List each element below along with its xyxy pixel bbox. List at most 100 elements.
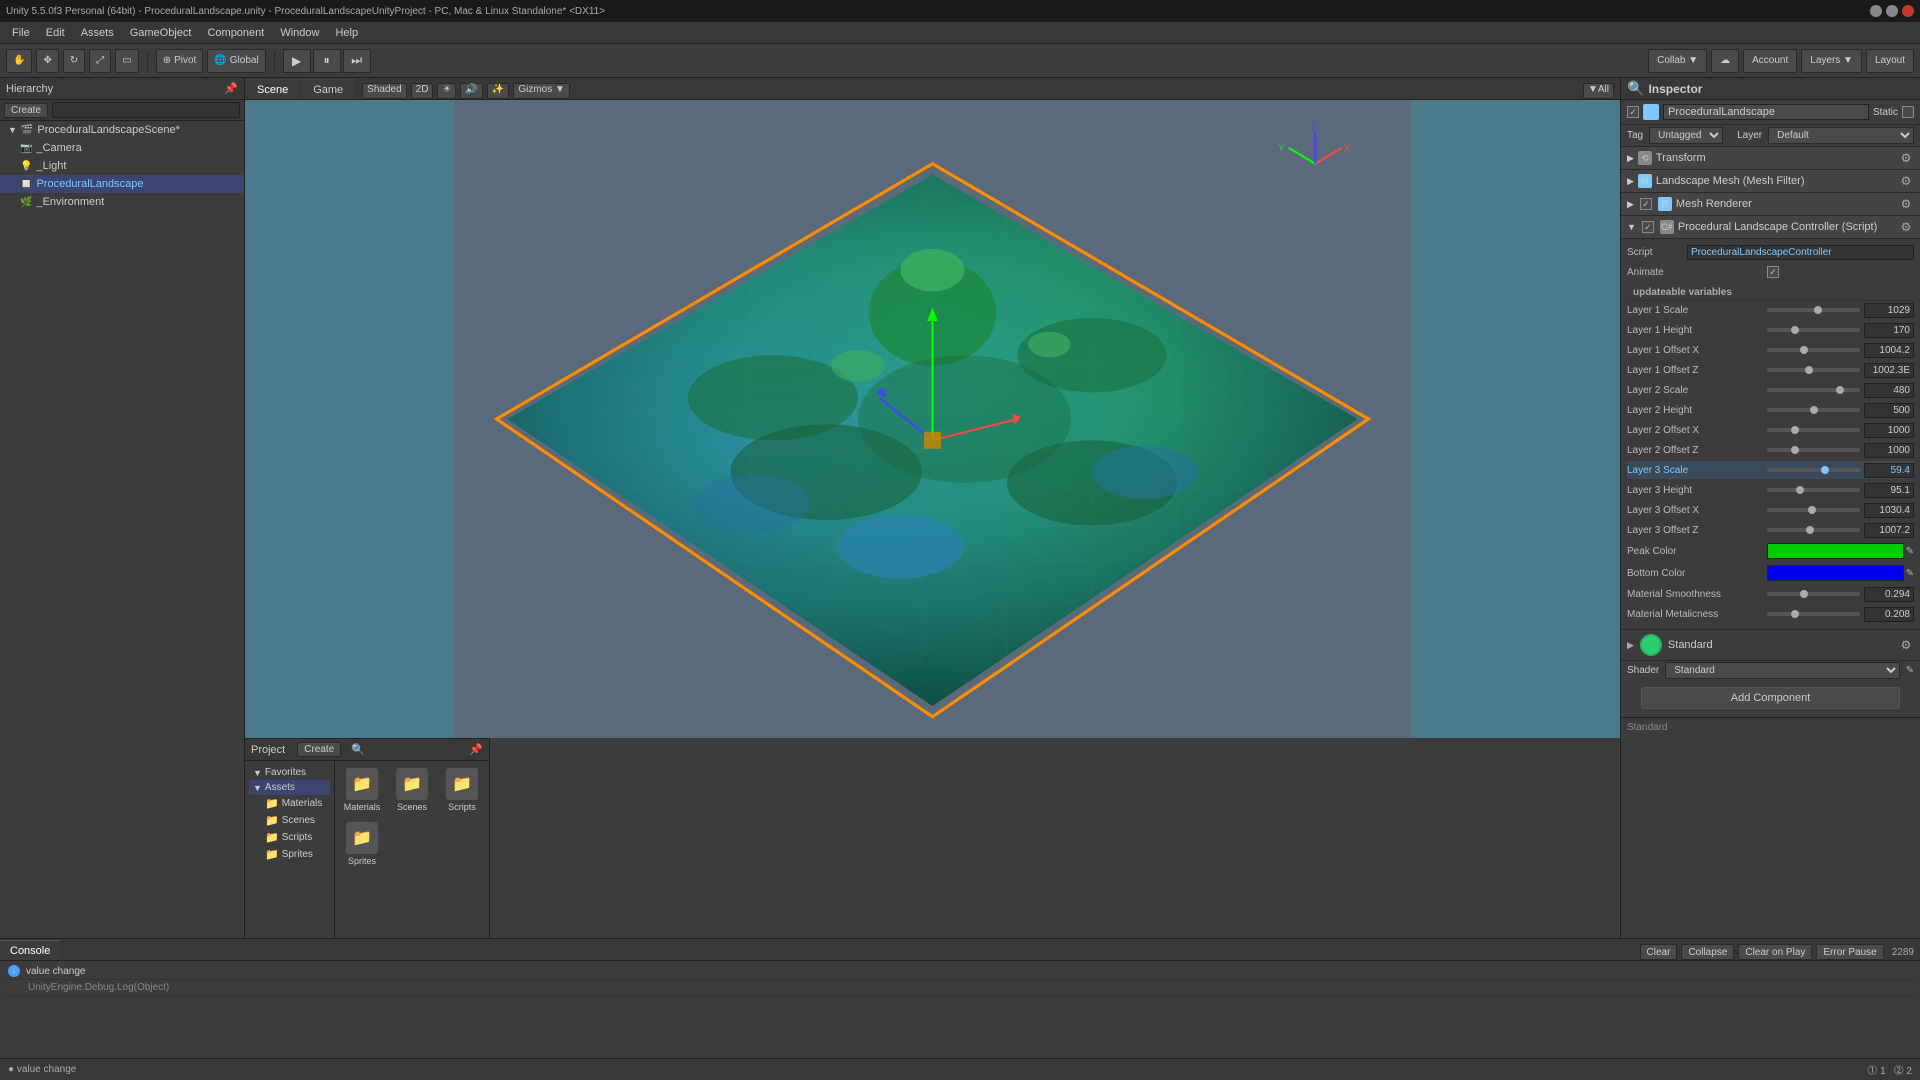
shader-edit-icon[interactable]: ✎ (1906, 665, 1914, 676)
project-search-icon[interactable]: 🔍 (351, 743, 365, 756)
menu-edit[interactable]: Edit (38, 25, 73, 41)
layer1-offsetz-slider[interactable]: 1002.3E (1767, 363, 1914, 378)
bottom-color-swatch[interactable] (1767, 565, 1904, 581)
mesh-renderer-settings-icon[interactable]: ⚙ (1898, 196, 1914, 212)
layer3-offsetz-slider[interactable]: 1007.2 (1767, 523, 1914, 538)
layer3-scale-slider[interactable]: 59.4 (1767, 463, 1914, 478)
add-component-btn[interactable]: Add Component (1641, 687, 1900, 709)
layer3-height-slider[interactable]: 95.1 (1767, 483, 1914, 498)
pause-btn[interactable]: ⏸ (313, 49, 341, 73)
script-checkbox[interactable]: ✓ (1642, 221, 1654, 233)
mesh-renderer-checkbox[interactable]: ✓ (1640, 198, 1652, 210)
mesh-filter-header[interactable]: ▶ M Landscape Mesh (Mesh Filter) ⚙ (1621, 170, 1920, 193)
layer2-scale-slider[interactable]: 480 (1767, 383, 1914, 398)
layout-btn[interactable]: Layout (1866, 49, 1914, 73)
metalicness-slider[interactable]: 0.208 (1767, 607, 1914, 622)
hierarchy-landscape[interactable]: 🔲 ProceduralLandscape (0, 175, 244, 193)
lighting-btn[interactable]: ☀ (437, 83, 456, 99)
clear-on-play-btn[interactable]: Clear on Play (1738, 944, 1812, 960)
assets-header[interactable]: ▼ Assets (249, 780, 330, 795)
object-row: ✓ Static (1621, 100, 1920, 125)
rect-tool-btn[interactable]: ▭ (115, 49, 138, 73)
maximize-btn[interactable] (1886, 5, 1898, 17)
hierarchy-light[interactable]: 💡 _Light (0, 157, 244, 175)
close-btn[interactable] (1902, 5, 1914, 17)
bottom-color-edit-icon[interactable]: ✎ (1906, 568, 1914, 579)
layer1-offsetx-slider[interactable]: 1004.2 (1767, 343, 1914, 358)
play-btn[interactable]: ▶ (283, 49, 311, 73)
console-tab[interactable]: Console (0, 940, 60, 960)
game-tab[interactable]: Game (301, 79, 356, 99)
shading-dropdown[interactable]: Shaded (362, 83, 406, 99)
collapse-btn[interactable]: Collapse (1681, 944, 1734, 960)
script-header[interactable]: ▼ ✓ C# Procedural Landscape Controller (… (1621, 216, 1920, 239)
layer1-scale-slider[interactable]: 1029 (1767, 303, 1914, 318)
layer-dropdown[interactable]: Default (1768, 127, 1914, 144)
hierarchy-environment[interactable]: 🌿 _Environment (0, 193, 244, 211)
scenes-folder[interactable]: 📁 Scenes (249, 812, 330, 829)
peak-color-swatch[interactable] (1767, 543, 1904, 559)
standard-settings-icon[interactable]: ⚙ (1898, 637, 1914, 653)
hand-tool-btn[interactable]: ✋ (6, 49, 32, 73)
animate-checkbox[interactable]: ✓ (1767, 266, 1779, 278)
collab-btn[interactable]: Collab ▼ (1648, 49, 1707, 73)
layers-btn[interactable]: Layers ▼ (1801, 49, 1862, 73)
2d-btn[interactable]: 2D (411, 83, 434, 99)
mesh-renderer-header[interactable]: ▶ ✓ R Mesh Renderer ⚙ (1621, 193, 1920, 216)
standard-row[interactable]: ▶ Standard ⚙ (1621, 630, 1920, 661)
object-enabled-checkbox[interactable]: ✓ (1627, 106, 1639, 118)
cloud-btn[interactable]: ☁ (1711, 49, 1739, 73)
layer3-offsetx-slider[interactable]: 1030.4 (1767, 503, 1914, 518)
pivot-btn[interactable]: ⊕ Pivot (156, 49, 204, 73)
smoothness-slider[interactable]: 0.294 (1767, 587, 1914, 602)
move-tool-btn[interactable]: ✥ (36, 49, 58, 73)
sprites-folder[interactable]: 📁 Sprites (249, 846, 330, 863)
object-name-input[interactable] (1663, 104, 1869, 120)
menu-window[interactable]: Window (272, 25, 327, 41)
gizmos-btn[interactable]: Gizmos ▼ (513, 83, 570, 99)
layer1-height-slider[interactable]: 170 (1767, 323, 1914, 338)
account-btn[interactable]: Account (1743, 49, 1797, 73)
asset-scenes[interactable]: 📁 Scenes (389, 765, 435, 815)
layer2-offsetz-slider[interactable]: 1000 (1767, 443, 1914, 458)
mesh-filter-settings-icon[interactable]: ⚙ (1898, 173, 1914, 189)
menu-file[interactable]: File (4, 25, 38, 41)
layer2-height-slider[interactable]: 500 (1767, 403, 1914, 418)
static-checkbox[interactable] (1902, 106, 1914, 118)
scripts-folder[interactable]: 📁 Scripts (249, 829, 330, 846)
fx-btn[interactable]: ✨ (487, 83, 509, 99)
hierarchy-camera[interactable]: 📷 _Camera (0, 139, 244, 157)
menu-assets[interactable]: Assets (73, 25, 122, 41)
asset-scripts[interactable]: 📁 Scripts (439, 765, 485, 815)
tag-dropdown[interactable]: Untagged (1649, 127, 1723, 144)
project-create-btn[interactable]: Create (297, 742, 341, 757)
scale-tool-btn[interactable]: ⤢ (89, 49, 111, 73)
favorites-header[interactable]: ▼ Favorites (249, 765, 330, 780)
menu-gameobject[interactable]: GameObject (122, 25, 200, 41)
audio-btn[interactable]: 🔊 (460, 83, 482, 99)
asset-materials[interactable]: 📁 Materials (339, 765, 385, 815)
transform-settings-icon[interactable]: ⚙ (1898, 150, 1914, 166)
asset-sprites[interactable]: 📁 Sprites (339, 819, 385, 869)
clear-btn[interactable]: Clear (1640, 944, 1678, 960)
script-settings-icon[interactable]: ⚙ (1898, 219, 1914, 235)
menu-help[interactable]: Help (327, 25, 366, 41)
minimize-btn[interactable] (1870, 5, 1882, 17)
step-btn[interactable]: ⏭ (343, 49, 371, 73)
error-pause-btn[interactable]: Error Pause (1816, 944, 1883, 960)
all-btn[interactable]: ▼All (1583, 83, 1614, 99)
hierarchy-search-input[interactable] (52, 102, 240, 118)
transform-header[interactable]: ▶ ⟲ Transform ⚙ (1621, 147, 1920, 170)
svg-text:Y: Y (1278, 143, 1285, 154)
script-field-value[interactable]: ProceduralLandscapeController (1687, 245, 1914, 260)
global-btn[interactable]: 🌐 Global (207, 49, 265, 73)
hierarchy-scene-root[interactable]: ▼ 🎬 ProceduralLandscapeScene* (0, 121, 244, 139)
scene-tab[interactable]: Scene (245, 79, 301, 99)
menu-component[interactable]: Component (199, 25, 272, 41)
peak-color-edit-icon[interactable]: ✎ (1906, 546, 1914, 557)
layer2-offsetx-slider[interactable]: 1000 (1767, 423, 1914, 438)
hierarchy-create-btn[interactable]: Create (4, 103, 48, 118)
rotate-tool-btn[interactable]: ↻ (63, 49, 85, 73)
shader-dropdown[interactable]: Standard (1665, 662, 1899, 679)
materials-folder[interactable]: 📁 Materials (249, 795, 330, 812)
